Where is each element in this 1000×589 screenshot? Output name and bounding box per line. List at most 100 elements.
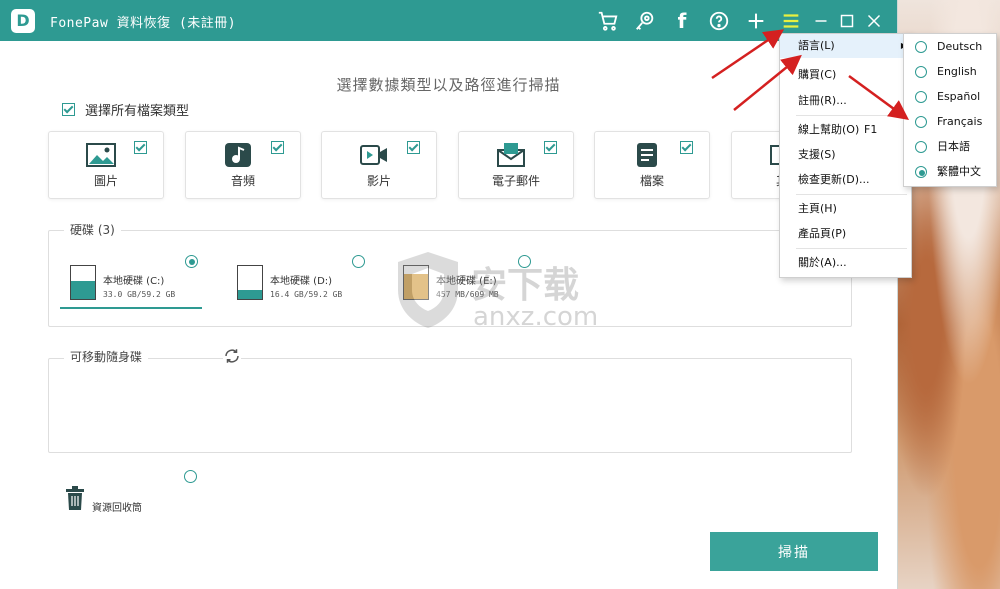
drive-radio[interactable]	[352, 255, 365, 268]
menu-item-register[interactable]: 註冊(R)...	[780, 89, 911, 113]
type-card-email[interactable]: 電子郵件	[458, 131, 574, 199]
menu-item-buy[interactable]: 購買(C)	[780, 63, 911, 87]
app-window: D FonePaw 資料恢復 (未註冊) f 選擇數據類型以及路徑進行掃描 選擇…	[0, 0, 898, 589]
type-card-video[interactable]: 影片	[321, 131, 437, 199]
cart-icon[interactable]	[596, 9, 620, 33]
drive-icon	[237, 265, 263, 300]
trash-icon	[64, 486, 86, 514]
menu-item-about[interactable]: 關於(A)...	[780, 251, 911, 275]
close-icon[interactable]	[862, 9, 886, 33]
menu-item-label: 線上幫助(O)	[798, 123, 860, 136]
watermark-shield-icon	[398, 252, 458, 328]
type-checkbox[interactable]	[680, 141, 693, 154]
recycle-label: 資源回收筒	[92, 503, 142, 514]
lang-deutsch[interactable]: Deutsch	[904, 35, 996, 59]
plus-icon[interactable]	[744, 9, 768, 33]
menu-item-check-update[interactable]: 檢查更新(D)...	[780, 168, 911, 192]
lang-radio[interactable]	[915, 141, 927, 153]
drive-c[interactable]: 本地硬碟 (C:) 33.0 GB/59.2 GB	[60, 255, 205, 309]
hard-drive-title: 硬碟 (3)	[64, 221, 121, 238]
type-label: 影片	[366, 174, 391, 188]
type-checkbox[interactable]	[407, 141, 420, 154]
select-all-checkbox[interactable]: 選擇所有檔案類型	[62, 100, 189, 119]
lang-label: Deutsch	[937, 40, 983, 53]
menu-item-label: 檢查更新(D)...	[798, 173, 870, 186]
menu-item-home[interactable]: 主頁(H)	[780, 197, 911, 221]
type-label: 圖片	[93, 174, 118, 188]
lang-francais[interactable]: Français	[904, 110, 996, 134]
drive-name: 本地硬碟 (C:)	[103, 276, 165, 287]
facebook-icon[interactable]: f	[670, 9, 694, 33]
menu-item-label: 主頁(H)	[798, 202, 837, 215]
removable-title: 可移動隨身碟	[64, 348, 149, 365]
type-checkbox[interactable]	[544, 141, 557, 154]
lang-japanese[interactable]: 日本語	[904, 135, 996, 159]
app-title: FonePaw 資料恢復 (未註冊)	[50, 16, 237, 31]
type-card-audio[interactable]: 音頻	[185, 131, 301, 199]
type-card-document[interactable]: 檔案	[594, 131, 710, 199]
menu-item-label: 購買(C)	[798, 68, 837, 81]
menu-item-product[interactable]: 產品頁(P)	[780, 222, 911, 246]
type-label: 音頻	[230, 174, 255, 188]
lang-radio[interactable]	[915, 41, 927, 53]
recycle-radio[interactable]	[184, 470, 197, 483]
lang-radio[interactable]	[915, 91, 927, 103]
lang-traditional-chinese[interactable]: 繁體中文	[904, 160, 996, 184]
menu-item-label: 語言(L)	[798, 39, 835, 52]
menu-item-label: 支援(S)	[798, 148, 836, 161]
watermark: 安下载 anxz.com	[393, 250, 598, 334]
watermark-text: 安下载	[471, 265, 580, 306]
menu-separator	[796, 248, 907, 249]
menu-item-support[interactable]: 支援(S)	[780, 143, 911, 167]
checkbox-checked[interactable]	[62, 103, 75, 116]
lang-label: Français	[937, 115, 983, 128]
lang-label: Español	[937, 90, 981, 103]
select-all-label: 選擇所有檔案類型	[85, 104, 190, 119]
image-icon	[86, 143, 116, 167]
drive-size: 16.4 GB/59.2 GB	[270, 290, 343, 299]
language-submenu: Deutsch English Español Français 日本語 繁體中…	[903, 33, 997, 187]
maximize-icon[interactable]	[835, 9, 859, 33]
lang-label: English	[937, 65, 977, 78]
lang-label: 日本語	[937, 140, 970, 153]
music-icon	[225, 143, 251, 167]
lang-radio[interactable]	[915, 66, 927, 78]
lang-radio[interactable]	[915, 166, 927, 178]
scan-button[interactable]: 掃描	[710, 532, 878, 571]
minimize-icon[interactable]	[809, 9, 833, 33]
email-icon	[497, 143, 525, 167]
drive-icon	[70, 265, 96, 300]
refresh-icon[interactable]	[223, 347, 241, 365]
titlebar: D FonePaw 資料恢復 (未註冊) f	[0, 0, 897, 41]
menu-separator	[796, 194, 907, 195]
menu-item-label: 關於(A)...	[798, 256, 847, 269]
drive-radio[interactable]	[185, 255, 198, 268]
document-icon	[637, 143, 657, 167]
lang-label: 繁體中文	[937, 165, 981, 178]
help-icon[interactable]	[707, 9, 731, 33]
menu-item-label: 註冊(R)...	[798, 94, 847, 107]
page-headline: 選擇數據類型以及路徑進行掃描	[336, 76, 561, 94]
app-logo: D	[11, 9, 35, 33]
removable-section	[48, 358, 852, 453]
watermark-sub: anxz.com	[473, 302, 599, 332]
main-menu: 語言(L)▶ 購買(C) 註冊(R)... 線上幫助(O) F1 支援(S) 檢查…	[779, 33, 912, 278]
drive-d[interactable]: 本地硬碟 (D:) 16.4 GB/59.2 GB	[227, 255, 372, 308]
selected-underline	[60, 307, 202, 309]
key-icon[interactable]	[633, 9, 657, 33]
lang-espanol[interactable]: Español	[904, 85, 996, 109]
video-icon	[360, 145, 387, 165]
lang-english[interactable]: English	[904, 60, 996, 84]
menu-icon[interactable]	[779, 9, 803, 33]
menu-item-label: 產品頁(P)	[798, 227, 847, 240]
menu-separator	[796, 115, 907, 116]
menu-item-online-help[interactable]: 線上幫助(O) F1	[780, 118, 911, 142]
type-label: 檔案	[639, 174, 664, 188]
type-checkbox[interactable]	[134, 141, 147, 154]
lang-radio[interactable]	[915, 116, 927, 128]
type-label: 電子郵件	[491, 174, 540, 188]
type-card-image[interactable]: 圖片	[48, 131, 164, 199]
menu-item-language[interactable]: 語言(L)▶	[780, 34, 911, 58]
type-checkbox[interactable]	[271, 141, 284, 154]
menu-shortcut: F1	[864, 123, 878, 136]
